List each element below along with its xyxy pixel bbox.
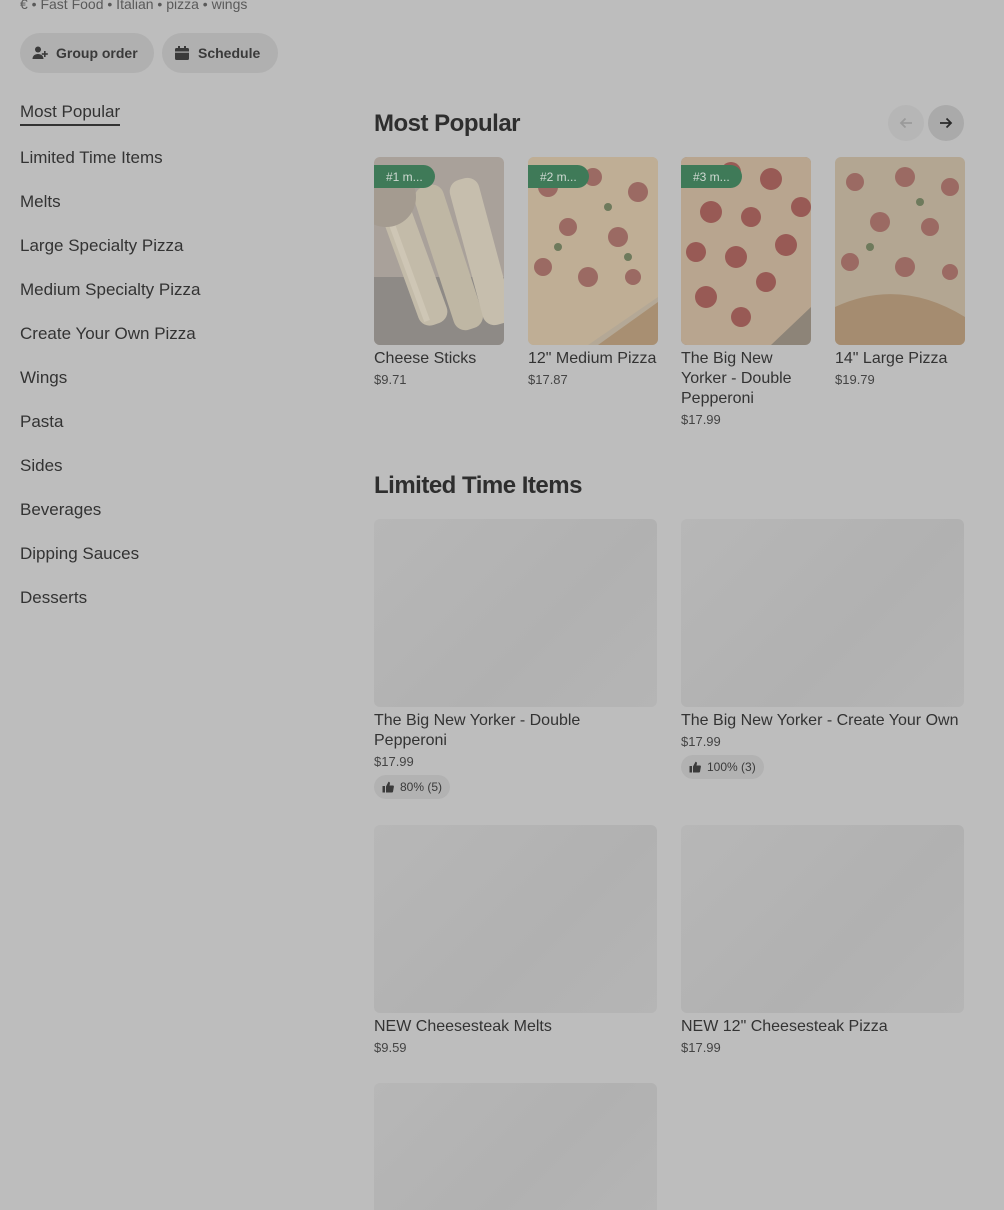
nav-label: Melts [20,192,61,211]
limited-time-heading: Limited Time Items [374,472,582,499]
schedule-button[interactable]: Schedule [162,33,278,73]
thumbs-up-icon [382,781,394,793]
group-order-label: Group order [56,45,138,61]
popular-item-card[interactable]: #2 m... 12" Medium Pizza $17.87 [528,157,658,387]
nav-label: Create Your Own Pizza [20,324,196,343]
nav-item-melts[interactable]: Melts [20,180,320,224]
nav-item-create-your-own-pizza[interactable]: Create Your Own Pizza [20,312,320,356]
item-name: NEW Cheesesteak Melts [374,1018,552,1035]
rank-badge: #3 m... [681,165,742,188]
item-name: Cheese Sticks [374,350,477,367]
restaurant-tags: € • Fast Food • Italian • pizza • wings [20,0,248,12]
nav-label: Large Specialty Pizza [20,236,184,255]
add-person-icon [32,45,48,61]
nav-item-most-popular[interactable]: Most Popular [20,92,320,136]
category-nav: Most Popular Limited Time Items Melts La… [20,92,320,620]
nav-item-wings[interactable]: Wings [20,356,320,400]
item-name: The Big New Yorker - Double Pepperoni [681,350,792,407]
item-image-placeholder [374,1083,657,1210]
large-pizza-image [835,157,965,345]
nav-label: Beverages [20,500,102,519]
nav-label: Desserts [20,588,88,607]
rating-badge: 80% (5) [374,775,451,799]
rating-badge: 100% (3) [681,755,764,779]
item-image-placeholder [374,825,657,1013]
nav-label: Most Popular [20,102,121,126]
schedule-label: Schedule [198,45,261,61]
carousel-prev-button[interactable] [888,105,924,141]
rank-badge: #1 m... [374,165,435,188]
nav-item-pasta[interactable]: Pasta [20,400,320,444]
nav-label: Wings [20,368,68,387]
nav-item-limited-time-items[interactable]: Limited Time Items [20,136,320,180]
item-image-placeholder [374,519,657,707]
item-name: The Big New Yorker - Create Your Own [681,712,959,729]
item-price: $17.99 [374,754,414,769]
arrow-left-icon [899,117,912,129]
rating-text: 80% (5) [400,780,443,794]
group-order-button[interactable]: Group order [20,33,154,73]
nav-item-medium-specialty-pizza[interactable]: Medium Specialty Pizza [20,268,320,312]
calendar-icon [174,45,190,61]
item-price: $17.99 [681,1040,721,1055]
nav-item-desserts[interactable]: Desserts [20,576,320,620]
rating-text: 100% (3) [707,760,756,774]
item-image-placeholder [681,519,964,707]
limited-item-card[interactable] [374,1083,657,1210]
limited-item-card[interactable]: NEW 12" Cheesesteak Pizza $17.99 [681,825,964,1055]
limited-item-card[interactable]: NEW Cheesesteak Melts $9.59 [374,825,657,1055]
carousel-next-button[interactable] [928,105,964,141]
cheese-sticks-image: #1 m... [374,157,504,345]
item-name: 12" Medium Pizza [528,350,657,367]
item-price: $19.79 [835,372,875,387]
most-popular-heading: Most Popular [374,110,521,137]
item-name: NEW 12" Cheesesteak Pizza [681,1018,888,1035]
nav-label: Pasta [20,412,64,431]
popular-item-card[interactable]: #3 m... The Big New Yorker - Double Pepp… [681,157,811,427]
nav-item-dipping-sauces[interactable]: Dipping Sauces [20,532,320,576]
nav-item-sides[interactable]: Sides [20,444,320,488]
popular-item-card[interactable]: 14" Large Pizza $19.79 [835,157,965,387]
nav-label: Limited Time Items [20,148,163,167]
limited-item-card[interactable]: The Big New Yorker - Create Your Own $17… [681,519,964,779]
nav-label: Medium Specialty Pizza [20,280,201,299]
item-price: $17.99 [681,412,721,427]
nav-item-large-specialty-pizza[interactable]: Large Specialty Pizza [20,224,320,268]
item-price: $17.99 [681,734,721,749]
item-name: 14" Large Pizza [835,350,948,367]
arrow-right-icon [940,117,953,129]
rank-badge: #2 m... [528,165,589,188]
nav-item-beverages[interactable]: Beverages [20,488,320,532]
medium-pizza-image: #2 m... [528,157,658,345]
double-pepperoni-pizza-image: #3 m... [681,157,811,345]
nav-label: Dipping Sauces [20,544,140,563]
thumbs-up-icon [689,761,701,773]
item-price: $9.59 [374,1040,407,1055]
item-price: $17.87 [528,372,568,387]
popular-item-card[interactable]: #1 m... Cheese Sticks $9.71 [374,157,504,387]
item-price: $9.71 [374,372,407,387]
item-name: The Big New Yorker - Double Pepperoni [374,712,581,749]
item-image-placeholder [681,825,964,1013]
limited-item-card[interactable]: The Big New Yorker - Double Pepperoni $1… [374,519,657,799]
nav-label: Sides [20,456,63,475]
